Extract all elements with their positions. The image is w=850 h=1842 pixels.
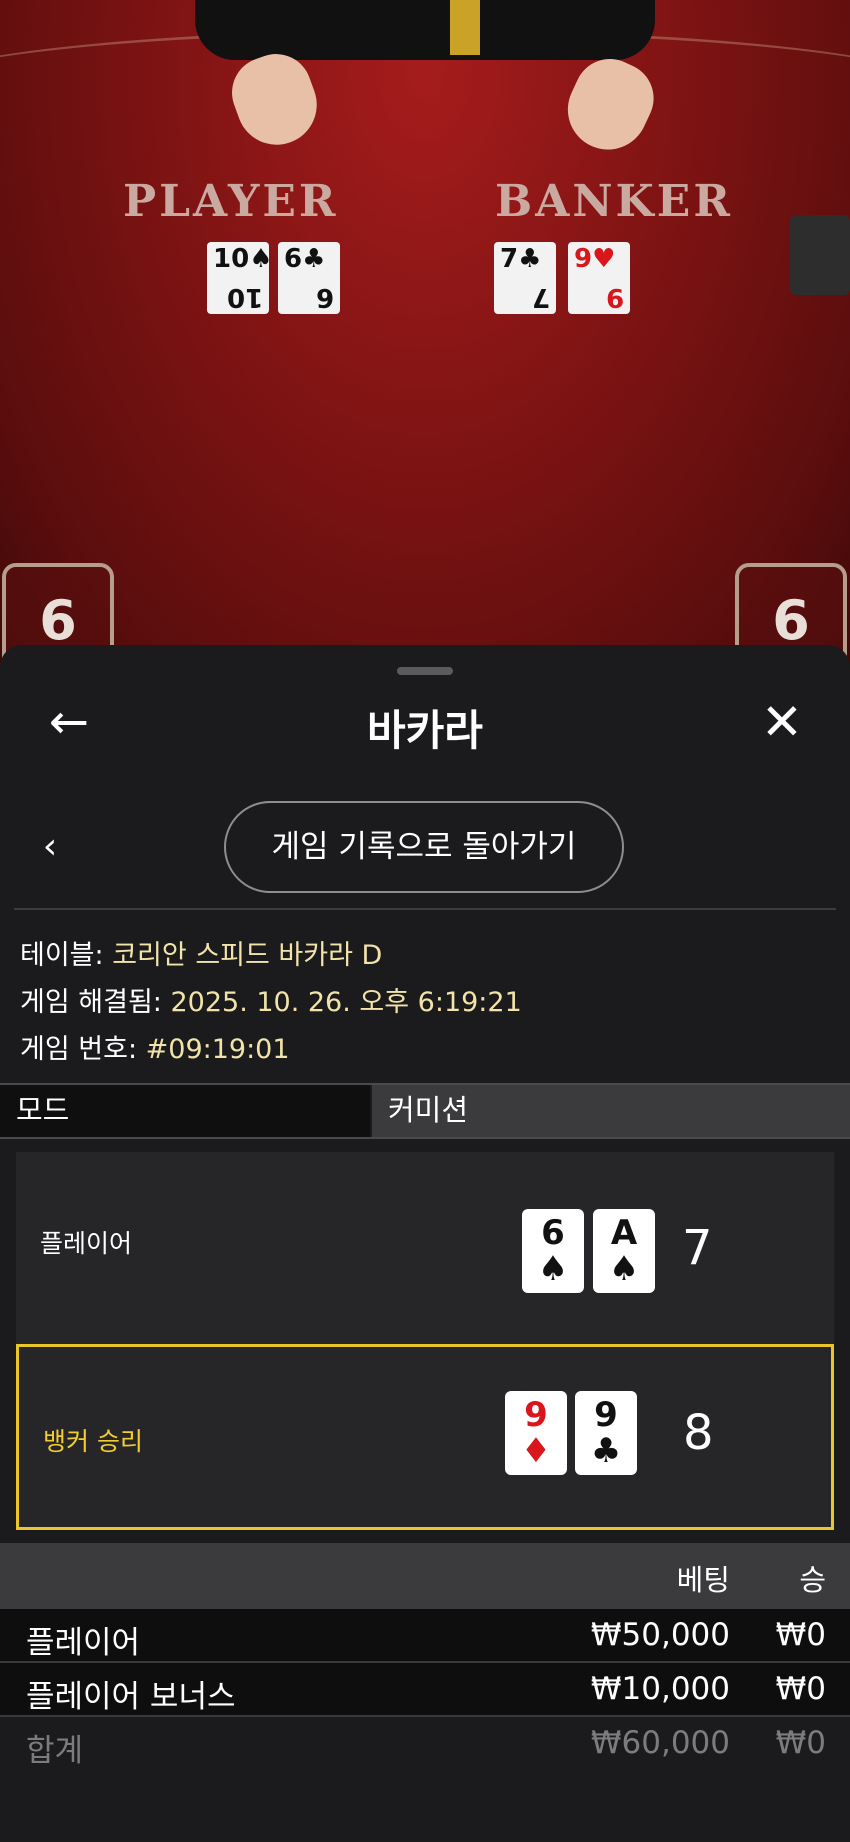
player-hand-label: 플레이어 — [40, 1229, 133, 1258]
felt-banker-card-1: 7♣ 7 — [494, 242, 556, 314]
game-number-value: #09:19:01 — [145, 1034, 290, 1065]
felt-banker-label: BANKER — [495, 176, 733, 227]
banker-card-2: 9 ♣ — [575, 1391, 637, 1475]
table-info-value: 코리안 스피드 바카라 D — [112, 940, 383, 971]
resolved-info: 게임 해결됨: 2025. 10. 26. 오후 6:19:21 — [20, 980, 522, 1019]
win-column-header: 승 — [799, 1563, 826, 1597]
table-info: 테이블: 코리안 스피드 바카라 D — [20, 933, 382, 972]
total-bet-amount: ₩60,000 — [590, 1725, 730, 1761]
game-number-info: 게임 번호: #09:19:01 — [20, 1027, 290, 1066]
bet-name: 플레이어 보너스 — [26, 1679, 236, 1715]
close-icon[interactable]: ✕ — [755, 695, 809, 749]
card-shoe — [790, 215, 850, 295]
bet-amount: ₩10,000 — [590, 1671, 730, 1707]
dealer — [195, 0, 655, 60]
banker-hand-row: 뱅커 승리 9 ♦ 9 ♣ 8 — [16, 1344, 834, 1530]
game-detail-sheet: ← 바카라 ✕ ‹ 게임 기록으로 돌아가기 테이블: 코리안 스피드 바카라 … — [0, 645, 850, 1842]
resolved-info-value: 2025. 10. 26. 오후 6:19:21 — [170, 987, 522, 1018]
divider — [14, 908, 836, 910]
game-number-label: 게임 번호: — [20, 1034, 138, 1065]
banker-win-label: 뱅커 승리 — [43, 1427, 143, 1456]
player-total: 7 — [682, 1220, 713, 1276]
bet-column-header: 베팅 — [676, 1563, 730, 1597]
tab-commission[interactable]: 커미션 — [372, 1085, 850, 1137]
bet-table-header: 베팅 승 — [0, 1543, 850, 1609]
tab-mode[interactable]: 모드 — [0, 1085, 370, 1137]
bet-name: 플레이어 — [26, 1625, 141, 1661]
sheet-drag-handle[interactable] — [397, 667, 453, 675]
dealer-badge — [450, 0, 480, 55]
banker-total: 8 — [683, 1405, 714, 1461]
bet-amount: ₩50,000 — [590, 1617, 730, 1653]
win-amount: ₩0 — [775, 1617, 826, 1653]
felt-player-card-2: 6♣ 6 — [278, 242, 340, 314]
player-card-1: 6 ♠ — [522, 1209, 584, 1293]
page-title: 바카라 — [367, 706, 483, 755]
win-amount: ₩0 — [775, 1671, 826, 1707]
bet-row: 플레이어 보너스 ₩10,000 ₩0 — [0, 1663, 850, 1717]
total-label: 합계 — [26, 1733, 84, 1769]
felt-player-card-1: 10♠ 10 — [207, 242, 273, 314]
mode-tabs: 모드 커미션 — [0, 1083, 850, 1139]
live-table-video: PLAYER BANKER 10♠ 10 6♣ 6 7♣ 7 9♥ 9 6 6 — [0, 0, 850, 700]
bet-total-row: 합계 ₩60,000 ₩0 — [0, 1717, 850, 1769]
hand-result-panel: 플레이어 6 ♠ A ♠ 7 뱅커 승리 9 ♦ 9 ♣ 8 — [16, 1152, 834, 1530]
total-win-amount: ₩0 — [775, 1725, 826, 1761]
chevron-left-icon[interactable]: ‹ — [30, 827, 70, 867]
table-info-label: 테이블: — [20, 940, 104, 971]
player-card-2: A ♠ — [593, 1209, 655, 1293]
resolved-info-label: 게임 해결됨: — [20, 987, 162, 1018]
felt-banker-card-2: 9♥ 9 — [568, 242, 630, 314]
bet-row: 플레이어 ₩50,000 ₩0 — [0, 1609, 850, 1663]
banker-card-1: 9 ♦ — [505, 1391, 567, 1475]
player-hand-row: 플레이어 6 ♠ A ♠ 7 — [16, 1152, 834, 1334]
back-to-history-button[interactable]: 게임 기록으로 돌아가기 — [224, 801, 624, 893]
felt-player-label: PLAYER — [123, 176, 339, 227]
